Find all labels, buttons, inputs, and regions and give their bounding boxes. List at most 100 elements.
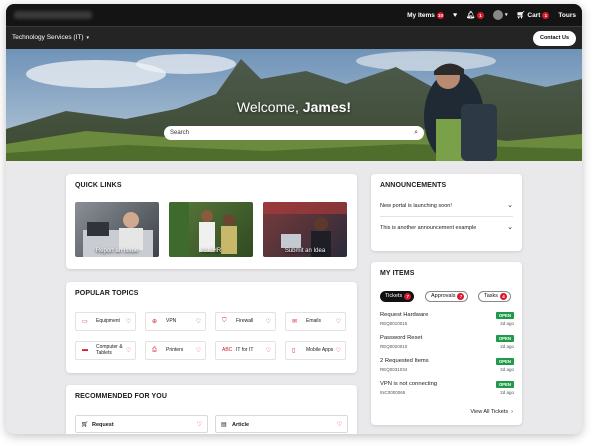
chevron-down-icon[interactable]: ⌄ xyxy=(507,201,513,209)
heart-icon[interactable]: ♡ xyxy=(337,421,342,428)
list-item[interactable]: Request Hardware REQ0010015 OPEN 2d ago xyxy=(380,312,514,334)
heart-icon[interactable]: ♡ xyxy=(196,318,201,325)
cart-icon: 🛒︎ xyxy=(516,11,526,19)
topic-label: Printers xyxy=(166,346,184,353)
heart-icon[interactable]: ♡ xyxy=(196,347,201,354)
my-items-link[interactable]: My Items 10 xyxy=(407,11,444,19)
topic-label: Mobile Apps xyxy=(306,346,334,353)
announcements-title: ANNOUNCEMENTS xyxy=(380,182,447,189)
quick-link-report-issue[interactable]: Report an Issue xyxy=(75,202,159,257)
brand-logo[interactable] xyxy=(14,11,92,19)
approvals-badge: 7 xyxy=(457,293,465,300)
contact-us-button[interactable]: Contact Us xyxy=(532,31,576,46)
announcement-item[interactable]: This is another announcement example ⌄ xyxy=(380,217,513,239)
chevron-down-icon: ▾ xyxy=(86,34,90,41)
document-icon: ▤ xyxy=(221,422,227,428)
shield-icon: ⛉ xyxy=(222,318,227,324)
app-window: My Items 10 ♥ 🔔︎ 1 ▾ 🛒︎ Cart 1 Tours Tec… xyxy=(6,4,582,434)
announcement-item[interactable]: New portal is launching soon! ⌄ xyxy=(380,195,513,217)
heart-icon[interactable]: ♡ xyxy=(336,318,341,325)
user-name: James! xyxy=(302,99,352,115)
cart-label: Cart xyxy=(527,11,541,19)
heart-icon[interactable]: ♡ xyxy=(266,318,271,325)
topic-firewall[interactable]: ⛉ Firewall ♡ xyxy=(215,312,276,331)
tab-label: Tasks xyxy=(484,293,499,299)
my-items-badge: 10 xyxy=(436,11,444,19)
item-name: 2 Requested Items xyxy=(380,358,429,364)
tab-tasks[interactable]: Tasks 4 xyxy=(478,291,512,302)
top-nav-links: My Items 10 ♥ 🔔︎ 1 ▾ 🛒︎ Cart 1 Tours xyxy=(407,4,576,26)
recommended-article[interactable]: ▤ Article ♡ xyxy=(215,415,348,433)
item-name: Request Hardware xyxy=(380,312,429,318)
item-id: REQ0020010 xyxy=(380,344,408,349)
heart-icon[interactable]: ♡ xyxy=(126,318,131,325)
topic-emails[interactable]: ✉ Emails ♡ xyxy=(285,312,346,331)
top-nav-bar: My Items 10 ♥ 🔔︎ 1 ▾ 🛒︎ Cart 1 Tours xyxy=(6,4,582,26)
topic-computer-tablets[interactable]: ▬ Computer & Tablets ♡ xyxy=(75,341,136,360)
recommended-request[interactable]: 🛒︎ Request ♡ xyxy=(75,415,208,433)
view-all-tickets-link[interactable]: View All Tickets › xyxy=(470,409,513,415)
tab-approvals[interactable]: Approvals 7 xyxy=(425,291,469,302)
search-placeholder: Search xyxy=(170,130,190,136)
welcome-prefix: Welcome, xyxy=(236,99,299,115)
globe-icon: ⊕ xyxy=(152,319,158,325)
recommended-title: RECOMMENDED FOR YOU xyxy=(75,393,167,400)
monitor-icon: ▭ xyxy=(82,319,88,325)
department-bar: Technology Services (IT) ▾ Contact Us xyxy=(6,26,582,49)
laptop-icon: ▬ xyxy=(82,347,88,353)
mobile-icon: ▯ xyxy=(292,348,296,354)
item-age: 2d ago xyxy=(500,321,514,326)
search-input[interactable]: Search ⌕ xyxy=(164,126,424,140)
recommended-label: Request xyxy=(92,422,114,428)
favorites-link[interactable]: ♥ xyxy=(453,12,457,19)
heart-icon[interactable]: ♡ xyxy=(197,421,202,428)
popular-topics-card: POPULAR TOPICS ▭ Equipment ♡ ⊕ VPN ♡ ⛉ F… xyxy=(66,282,357,373)
status-badge: OPEN xyxy=(495,381,514,388)
list-item[interactable]: 2 Requested Items REQ0031034 OPEN 2d ago xyxy=(380,358,514,380)
department-selector[interactable]: Technology Services (IT) ▾ xyxy=(12,34,89,41)
item-name: VPN is not connecting xyxy=(380,381,438,387)
view-all-label: View All Tickets xyxy=(470,409,509,415)
list-item[interactable]: Password Reset REQ0020010 OPEN 2d ago xyxy=(380,335,514,357)
user-menu[interactable]: ▾ xyxy=(493,10,508,20)
announcement-label: This is another announcement example xyxy=(380,225,477,231)
recommended-label: Article xyxy=(232,422,250,428)
quick-link-submit-idea[interactable]: Submit an Idea xyxy=(263,202,347,257)
avatar xyxy=(493,10,503,20)
bell-icon: 🔔︎ xyxy=(466,11,475,19)
topic-mobile-apps[interactable]: ▯ Mobile Apps ♡ xyxy=(285,341,346,360)
announcement-label: New portal is launching soon! xyxy=(380,203,452,209)
topic-it-for-it[interactable]: ABC IT for IT ♡ xyxy=(215,341,276,360)
item-age: 2d ago xyxy=(500,344,514,349)
search-icon[interactable]: ⌕ xyxy=(414,126,418,140)
cart-link[interactable]: 🛒︎ Cart 1 xyxy=(516,11,550,19)
tab-tickets[interactable]: Tickets 7 xyxy=(380,291,415,302)
chevron-down-icon[interactable]: ⌄ xyxy=(507,223,513,231)
recommended-card: RECOMMENDED FOR YOU 🛒︎ Request ♡ ▤ Artic… xyxy=(66,385,357,434)
my-items-label: My Items xyxy=(407,11,435,19)
topic-printers[interactable]: ⎙ Printers ♡ xyxy=(145,341,206,360)
notifications-link[interactable]: 🔔︎ 1 xyxy=(466,11,484,19)
quick-link-label: Submit an Idea xyxy=(284,248,326,254)
topic-label: Equipment xyxy=(96,317,120,324)
my-items-title: MY ITEMS xyxy=(380,270,415,277)
heart-icon[interactable]: ♡ xyxy=(336,347,341,354)
code-icon: ABC xyxy=(222,347,233,353)
tours-link[interactable]: Tours xyxy=(558,12,576,19)
notifications-badge: 1 xyxy=(477,11,484,19)
status-badge: OPEN xyxy=(495,312,514,319)
topic-label: Firewall xyxy=(236,317,254,324)
heart-icon[interactable]: ♡ xyxy=(126,347,131,354)
list-item[interactable]: VPN is not connecting INC0000065 OPEN 2d… xyxy=(380,381,514,403)
topic-label: Computer & Tablets xyxy=(96,343,123,356)
welcome-heading: Welcome, James! xyxy=(6,99,582,115)
heart-icon[interactable]: ♡ xyxy=(266,347,271,354)
quick-link-ask-hr[interactable]: Ask HR xyxy=(169,202,253,257)
announcements-card: ANNOUNCEMENTS New portal is launching so… xyxy=(371,174,522,251)
topic-label: IT for IT xyxy=(236,346,254,353)
topic-equipment[interactable]: ▭ Equipment ♡ xyxy=(75,312,136,331)
quick-link-label: Ask HR xyxy=(200,248,222,254)
department-label: Technology Services (IT) xyxy=(12,34,84,41)
topic-vpn[interactable]: ⊕ VPN ♡ xyxy=(145,312,206,331)
printer-icon: ⎙ xyxy=(152,347,157,353)
